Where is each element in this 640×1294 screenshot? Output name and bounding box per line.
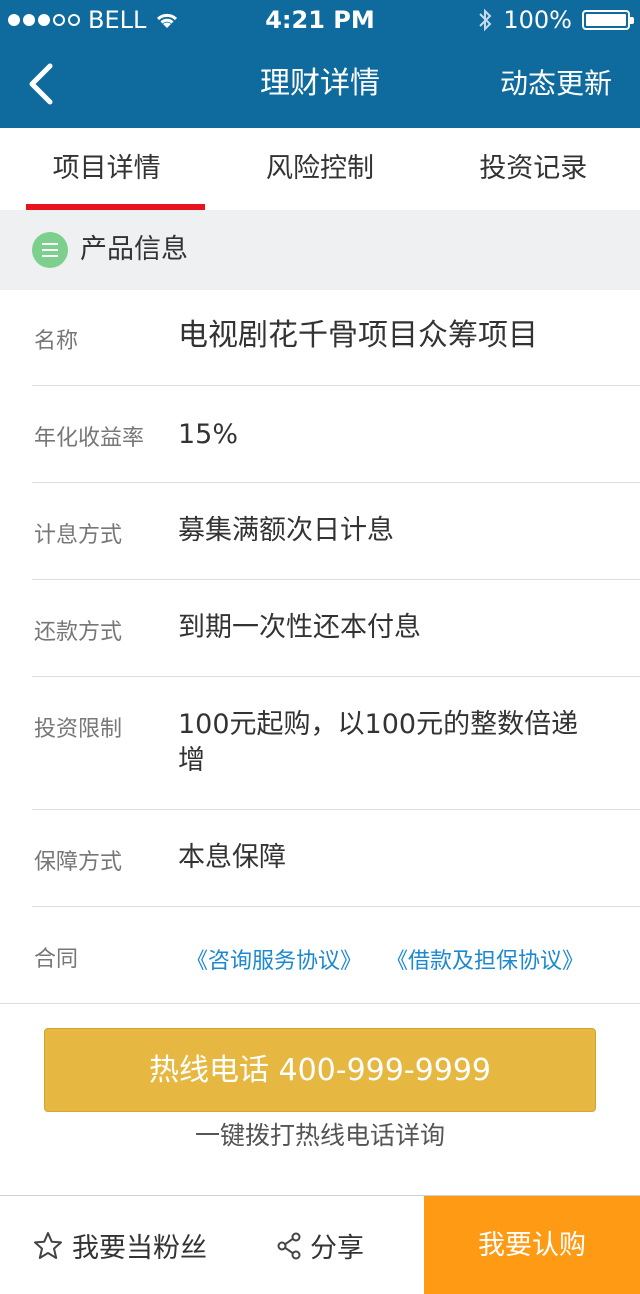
detail-row-contract: 合同 《咨询服务协议》 《借款及担保协议》 [0,907,640,1004]
tab-bar: 项目详情 风险控制 投资记录 [0,128,640,210]
detail-value: 募集满额次日计息 [178,515,394,546]
become-fan-label: 我要当粉丝 [72,1233,207,1264]
subscribe-button[interactable]: 我要认购 [424,1196,640,1294]
bottom-bar: 我要当粉丝 分享 我要认购 [0,1195,640,1294]
detail-row-name: 名称 电视剧花千骨项目众筹项目 [32,290,640,386]
detail-row-interest: 计息方式 募集满额次日计息 [32,483,640,580]
tab-risk-control[interactable]: 风险控制 [213,128,426,210]
tab-investment-records[interactable]: 投资记录 [427,128,640,210]
detail-label: 合同 [34,947,79,972]
nav-bar: 理财详情 动态更新 [0,40,640,128]
detail-label: 计息方式 [34,523,123,548]
share-button[interactable]: 分享 [276,1196,364,1294]
section-title: 产品信息 [80,234,188,265]
detail-value: 电视剧花千骨项目众筹项目 [178,318,538,353]
star-icon [34,1231,62,1259]
loan-guarantee-agreement-link[interactable]: 《借款及担保协议》 [386,943,584,975]
tab-project-details[interactable]: 项目详情 [0,128,213,210]
detail-label: 名称 [34,329,79,354]
detail-label: 投资限制 [34,717,123,742]
detail-label: 年化收益率 [34,426,145,451]
section-header: 产品信息 [0,210,640,290]
hotline-caption: 一键拨打热线电话详询 [194,1121,445,1150]
detail-label: 保障方式 [34,850,123,875]
status-right: 100% [477,0,634,40]
detail-row-guarantee: 保障方式 本息保障 [32,810,640,907]
hotline-button[interactable]: 热线电话 400-999-9999 [44,1028,596,1112]
detail-value: 100元起购，以100元的整数倍递增 [178,709,579,776]
detail-value: 本息保障 [178,842,286,873]
bluetooth-icon [479,8,492,32]
share-icon [277,1232,301,1259]
become-fan-button[interactable]: 我要当粉丝 [32,1196,207,1294]
detail-value: 到期一次性还本付息 [178,612,421,643]
detail-value: 15% [178,419,239,450]
battery-icon [582,10,634,30]
detail-label: 还款方式 [34,620,123,645]
share-label: 分享 [310,1233,364,1264]
updates-button[interactable]: 动态更新 [500,40,612,128]
detail-row-repayment: 还款方式 到期一次性还本付息 [32,580,640,677]
detail-row-yield: 年化收益率 15% [32,386,640,483]
consulting-agreement-link[interactable]: 《咨询服务协议》 [186,943,362,975]
list-icon [32,232,68,268]
detail-row-limit: 投资限制 100元起购，以100元的整数倍递增 [32,677,640,810]
battery-percent: 100% [503,6,572,34]
status-bar: BELL 4:21 PM 100% [0,0,640,40]
